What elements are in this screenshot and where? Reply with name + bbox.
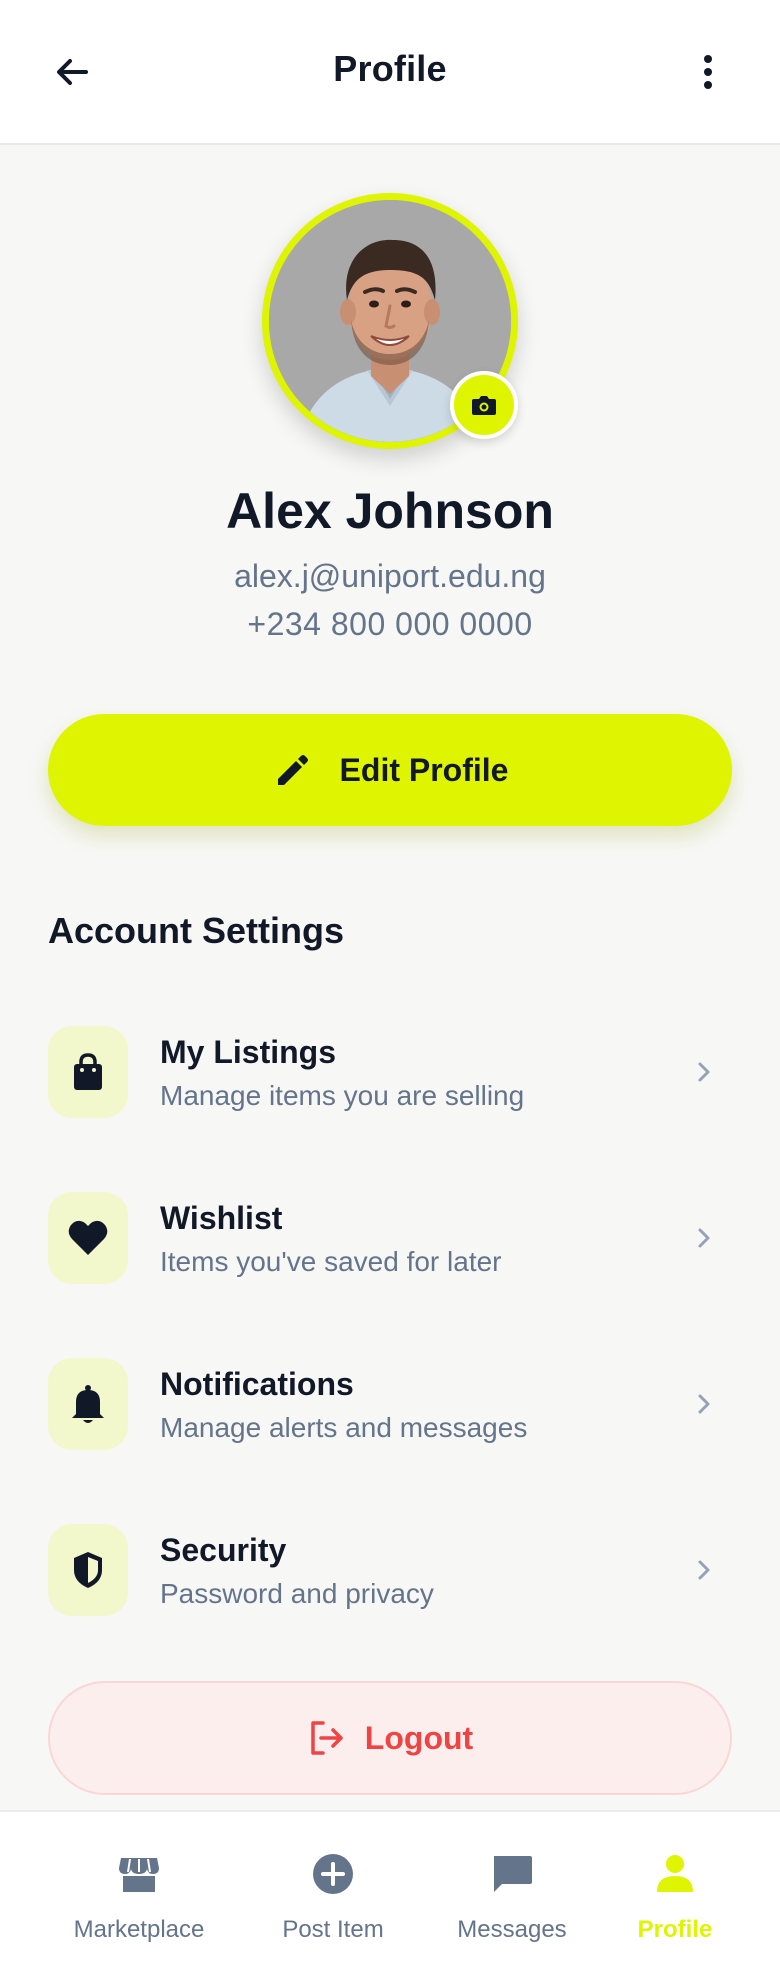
nav-label: Marketplace	[73, 1916, 205, 1943]
menu-item-security[interactable]: Security Password and privacy	[48, 1524, 732, 1616]
menu-item-title: Notifications	[160, 1366, 354, 1402]
profile-email: alex.j@uniport.edu.ng	[234, 558, 546, 594]
avatar-container	[262, 193, 518, 449]
notifications-icon-box	[48, 1358, 128, 1450]
bell-icon	[72, 1385, 104, 1423]
wishlist-icon-box	[48, 1192, 128, 1284]
menu-item-subtitle: Manage alerts and messages	[160, 1412, 528, 1443]
top-app-bar: Profile	[0, 0, 780, 145]
bottom-navigation: Marketplace Post Item Messages Profile	[0, 1810, 780, 1988]
page-title: Profile	[333, 48, 447, 89]
logout-button[interactable]: Logout	[48, 1681, 732, 1795]
chevron-right-icon	[698, 1394, 710, 1414]
store-icon	[119, 1858, 159, 1892]
pencil-icon	[277, 755, 308, 785]
edit-profile-label: Edit Profile	[339, 751, 509, 788]
nav-item-profile[interactable]: Profile	[610, 1812, 740, 1988]
security-icon-box	[48, 1524, 128, 1616]
more-options-button[interactable]	[690, 48, 726, 96]
shopping-bag-icon	[74, 1053, 102, 1090]
chevron-right-icon	[698, 1062, 710, 1082]
profile-phone: +234 800 000 0000	[247, 606, 533, 642]
menu-item-title: Wishlist	[160, 1200, 283, 1236]
profile-screen: Profile Alex Johnson alex.j@uniport.edu.…	[0, 0, 780, 1988]
chevron-right-icon	[698, 1228, 710, 1248]
more-vertical-icon	[704, 55, 712, 89]
menu-item-title: My Listings	[160, 1034, 337, 1070]
user-icon	[657, 1855, 693, 1892]
camera-icon	[472, 396, 496, 415]
nav-item-marketplace[interactable]: Marketplace	[40, 1812, 238, 1988]
logout-icon	[311, 1721, 343, 1755]
heart-icon	[68, 1220, 108, 1255]
menu-item-subtitle: Items you've saved for later	[160, 1246, 502, 1277]
menu-item-title: Security	[160, 1532, 287, 1568]
logout-label: Logout	[364, 1719, 474, 1756]
change-photo-button[interactable]	[450, 371, 518, 439]
shield-icon	[74, 1552, 102, 1588]
menu-item-my-listings[interactable]: My Listings Manage items you are selling	[48, 1026, 732, 1118]
chat-icon	[494, 1856, 532, 1892]
plus-circle-icon	[313, 1854, 353, 1894]
edit-profile-button[interactable]: Edit Profile	[48, 714, 732, 826]
chevron-right-icon	[698, 1560, 710, 1580]
nav-label: Post Item	[282, 1916, 384, 1943]
menu-item-notifications[interactable]: Notifications Manage alerts and messages	[48, 1358, 732, 1450]
profile-name: Alex Johnson	[226, 483, 554, 539]
nav-item-post-item[interactable]: Post Item	[250, 1812, 416, 1988]
menu-item-subtitle: Password and privacy	[160, 1578, 434, 1609]
my-listings-icon-box	[48, 1026, 128, 1118]
menu-item-wishlist[interactable]: Wishlist Items you've saved for later	[48, 1192, 732, 1284]
nav-item-messages[interactable]: Messages	[434, 1812, 590, 1988]
menu-item-subtitle: Manage items you are selling	[160, 1080, 525, 1111]
account-settings-heading: Account Settings	[48, 910, 345, 951]
nav-label: Messages	[457, 1916, 567, 1943]
nav-label: Profile	[637, 1916, 713, 1943]
